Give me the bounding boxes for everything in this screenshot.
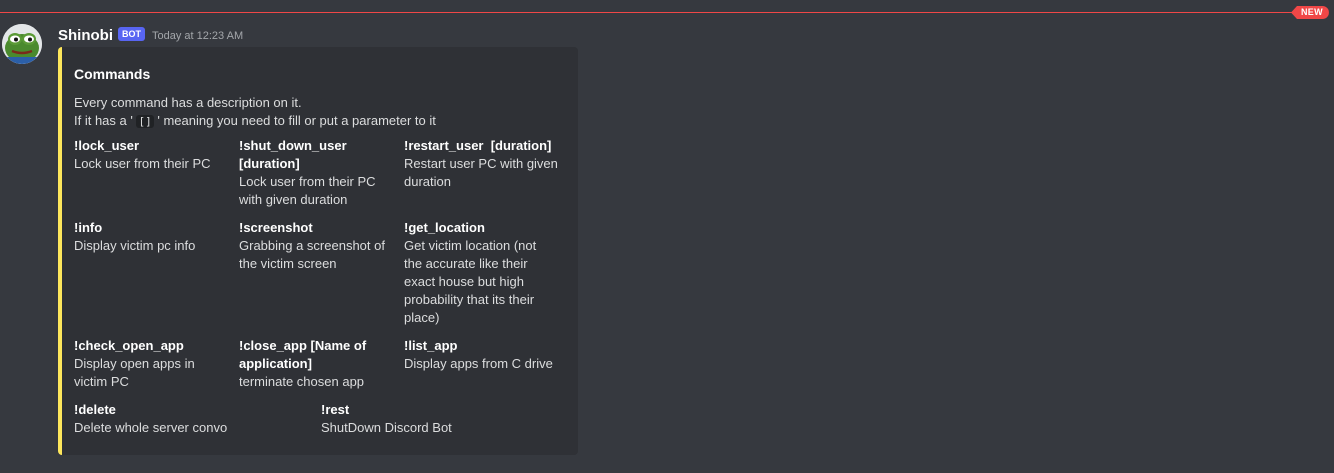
field-value: Display open apps in victim PC — [74, 356, 195, 389]
field-value: Display victim pc info — [74, 238, 196, 253]
field-name: !close_app [Name of application] — [239, 338, 367, 371]
bot-tag: BOT — [118, 27, 145, 41]
embed-field-lock-user: !lock_user Lock user from their PC — [74, 137, 229, 173]
timestamp[interactable]: Today at 12:23 AM — [152, 30, 243, 42]
description-line-1: Every command has a description on it. — [74, 95, 302, 110]
field-value: Get victim location (not the accurate li… — [404, 238, 537, 325]
field-value: Lock user from their PC with given durat… — [239, 174, 376, 207]
field-value: Lock user from their PC — [74, 156, 211, 171]
embed-field-get-location: !get_location Get victim location (not t… — [404, 219, 564, 327]
field-name: !lock_user — [74, 138, 140, 153]
message-header: Shinobi BOT Today at 12:23 AM — [58, 25, 243, 45]
field-value: Grabbing a screenshot of the victim scre… — [239, 238, 385, 271]
field-value: terminate chosen app — [239, 374, 365, 389]
field-value: Delete whole server convo — [74, 420, 228, 435]
embed-field-rest: !rest ShutDown Discord Bot — [321, 401, 551, 437]
description-text-before: If it has a ' — [74, 113, 133, 128]
field-name: !get_location — [404, 220, 485, 235]
embed-title: Commands — [74, 66, 151, 82]
description-text-after: ' meaning you need to fill or put a para… — [157, 113, 436, 128]
embed-field-info: !info Display victim pc info — [74, 219, 229, 255]
field-name: !shut_down_user [duration] — [239, 138, 347, 171]
embed-field-shut-down-user: !shut_down_user [duration] Lock user fro… — [239, 137, 394, 209]
embed-field-list-app: !list_app Display apps from C drive — [404, 337, 564, 373]
embed-field-screenshot: !screenshot Grabbing a screenshot of the… — [239, 219, 394, 273]
field-value: ShutDown Discord Bot — [321, 420, 452, 435]
field-name: !restart_user [duration] — [404, 138, 552, 153]
description-line-2: If it has a ' [] ' meaning you need to f… — [74, 112, 554, 131]
embed-field-restart-user: !restart_user [duration] Restart user PC… — [404, 137, 564, 191]
embed-field-check-open-app: !check_open_app Display open apps in vic… — [74, 337, 229, 391]
embed-field-delete: !delete Delete whole server convo — [74, 401, 304, 437]
frog-avatar-svg — [2, 24, 42, 64]
inline-code: [] — [136, 115, 154, 128]
field-name: !screenshot — [239, 220, 313, 235]
field-name: !delete — [74, 402, 116, 417]
frog-avatar-icon[interactable] — [2, 24, 42, 64]
embed-description: Every command has a description on it. I… — [74, 94, 554, 131]
username[interactable]: Shinobi — [58, 27, 113, 44]
field-name: !list_app — [404, 338, 458, 353]
commands-embed: Commands Every command has a description… — [58, 47, 578, 455]
field-name: !info — [74, 220, 103, 235]
field-value: Display apps from C drive — [404, 356, 553, 371]
new-badge: NEW — [1291, 6, 1329, 19]
field-name: !check_open_app — [74, 338, 184, 353]
new-messages-divider — [0, 12, 1300, 13]
field-value: Restart user PC with given duration — [404, 156, 558, 189]
field-name: !rest — [321, 402, 350, 417]
embed-field-close-app: !close_app [Name of application] termina… — [239, 337, 394, 391]
